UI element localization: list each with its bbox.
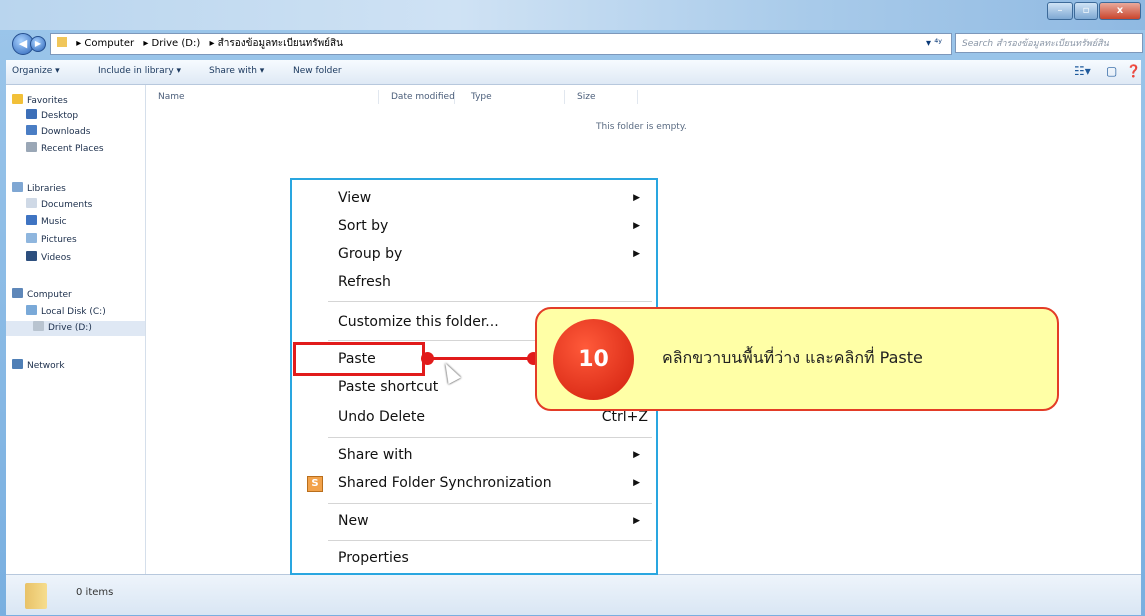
star-icon — [12, 94, 23, 104]
menu-separator — [328, 540, 652, 541]
videos-icon — [26, 251, 37, 261]
view-options-icon[interactable]: ☷▾ — [1074, 64, 1091, 78]
instruction-text: คลิกขวาบนพื้นที่ว่าง และคลิกที่ Paste — [662, 348, 923, 367]
maximize-button[interactable]: ▫ — [1074, 2, 1098, 20]
column-separator — [454, 90, 455, 104]
search-input[interactable]: Search สำรองข้อมูลทะเบียนทรัพย์สิน — [955, 33, 1143, 53]
nav-libraries[interactable]: Libraries — [12, 182, 66, 197]
empty-folder-message: This folder is empty. — [596, 122, 687, 132]
paste-highlight-box — [293, 342, 425, 376]
recent-places-icon — [26, 142, 37, 152]
column-separator — [637, 90, 638, 104]
menu-new[interactable]: New — [338, 509, 369, 533]
new-folder-button[interactable]: New folder — [293, 66, 342, 76]
callout-connector-line — [427, 357, 533, 360]
breadcrumb-sep-icon: ▸ — [76, 38, 82, 49]
menu-sort-by[interactable]: Sort by — [338, 214, 388, 238]
folder-icon — [25, 583, 47, 609]
column-size[interactable]: Size — [577, 92, 595, 102]
breadcrumb-computer[interactable]: Computer — [84, 38, 134, 49]
nav-documents[interactable]: Documents — [26, 198, 92, 213]
share-with-button[interactable]: Share with ▾ — [209, 66, 264, 76]
step-number-badge: 10 — [553, 319, 634, 400]
command-toolbar: Organize ▾ Include in library ▾ Share wi… — [6, 60, 1141, 85]
title-bar: – ▫ x — [0, 0, 1145, 30]
nav-computer[interactable]: Computer — [12, 288, 72, 303]
menu-shared-folder-sync[interactable]: Shared Folder Synchronization — [338, 471, 552, 495]
submenu-arrow-icon: ▶ — [633, 478, 640, 488]
nav-drive-d[interactable]: Drive (D:) — [6, 321, 145, 336]
breadcrumb-current-folder[interactable]: สำรองข้อมูลทะเบียนทรัพย์สิน — [218, 38, 343, 49]
shared-folder-sync-icon: S — [307, 476, 323, 492]
refresh-icon[interactable]: ▾ ⁴ʸ — [919, 34, 949, 54]
breadcrumb-drive-d[interactable]: Drive (D:) — [152, 38, 201, 49]
address-row: ◀ ▶ ▸ Computer ▸ Drive (D:) ▸ สำรองข้อมู… — [0, 30, 1145, 56]
organize-button[interactable]: Organize ▾ — [12, 66, 60, 76]
column-type[interactable]: Type — [471, 92, 492, 102]
include-in-library-button[interactable]: Include in library ▾ — [98, 66, 181, 76]
nav-pictures[interactable]: Pictures — [26, 233, 77, 248]
nav-videos[interactable]: Videos — [26, 251, 71, 266]
downloads-icon — [26, 125, 37, 135]
local-disk-icon — [26, 305, 37, 315]
submenu-arrow-icon: ▶ — [633, 193, 640, 203]
music-icon — [26, 215, 37, 225]
submenu-arrow-icon: ▶ — [633, 450, 640, 460]
column-separator — [564, 90, 565, 104]
column-separator — [378, 90, 379, 104]
nav-music[interactable]: Music — [26, 215, 67, 230]
documents-icon — [26, 198, 37, 208]
navigation-pane: Favorites Desktop Downloads Recent Place… — [6, 85, 146, 574]
libraries-icon — [12, 182, 23, 192]
computer-icon — [12, 288, 23, 298]
nav-local-disk-c[interactable]: Local Disk (C:) — [26, 305, 106, 320]
submenu-arrow-icon: ▶ — [633, 249, 640, 259]
drive-icon — [33, 321, 44, 331]
preview-pane-icon[interactable]: ▢ — [1106, 64, 1117, 78]
help-icon[interactable]: ❓ — [1126, 64, 1141, 78]
connector-dot — [421, 352, 434, 365]
menu-separator — [328, 437, 652, 438]
menu-properties[interactable]: Properties — [338, 546, 409, 570]
minimize-button[interactable]: – — [1047, 2, 1073, 20]
menu-share-with[interactable]: Share with — [338, 443, 413, 467]
breadcrumb-sep-icon: ▸ — [143, 38, 149, 49]
menu-customize-folder[interactable]: Customize this folder... — [338, 310, 499, 334]
close-button[interactable]: x — [1099, 2, 1141, 20]
nav-downloads[interactable]: Downloads — [26, 125, 90, 140]
menu-separator — [328, 503, 652, 504]
address-bar[interactable]: ▸ Computer ▸ Drive (D:) ▸ สำรองข้อมูลทะเ… — [50, 33, 952, 55]
undo-shortcut: Ctrl+Z — [601, 409, 648, 425]
folder-icon — [57, 37, 67, 47]
items-count: 0 items — [76, 587, 114, 598]
nav-network[interactable]: Network — [12, 359, 65, 374]
menu-refresh[interactable]: Refresh — [338, 270, 391, 294]
column-date-modified[interactable]: Date modified — [391, 92, 455, 102]
column-name[interactable]: Name — [158, 92, 185, 102]
status-bar: 0 items — [6, 574, 1141, 615]
breadcrumb-sep-icon: ▸ — [209, 38, 215, 49]
menu-paste-shortcut[interactable]: Paste shortcut — [338, 375, 438, 399]
window-controls: – ▫ x — [1046, 2, 1141, 20]
forward-button[interactable]: ▶ — [30, 36, 46, 52]
submenu-arrow-icon: ▶ — [633, 221, 640, 231]
nav-favorites[interactable]: Favorites — [12, 94, 68, 109]
desktop-icon — [26, 109, 37, 119]
network-icon — [12, 359, 23, 369]
submenu-arrow-icon: ▶ — [633, 516, 640, 526]
nav-desktop[interactable]: Desktop — [26, 109, 78, 124]
pictures-icon — [26, 233, 37, 243]
menu-view[interactable]: View — [338, 186, 371, 210]
menu-group-by[interactable]: Group by — [338, 242, 402, 266]
nav-recent-places[interactable]: Recent Places — [26, 142, 104, 157]
menu-undo-delete[interactable]: Undo Delete — [338, 405, 425, 429]
menu-separator — [328, 301, 652, 302]
